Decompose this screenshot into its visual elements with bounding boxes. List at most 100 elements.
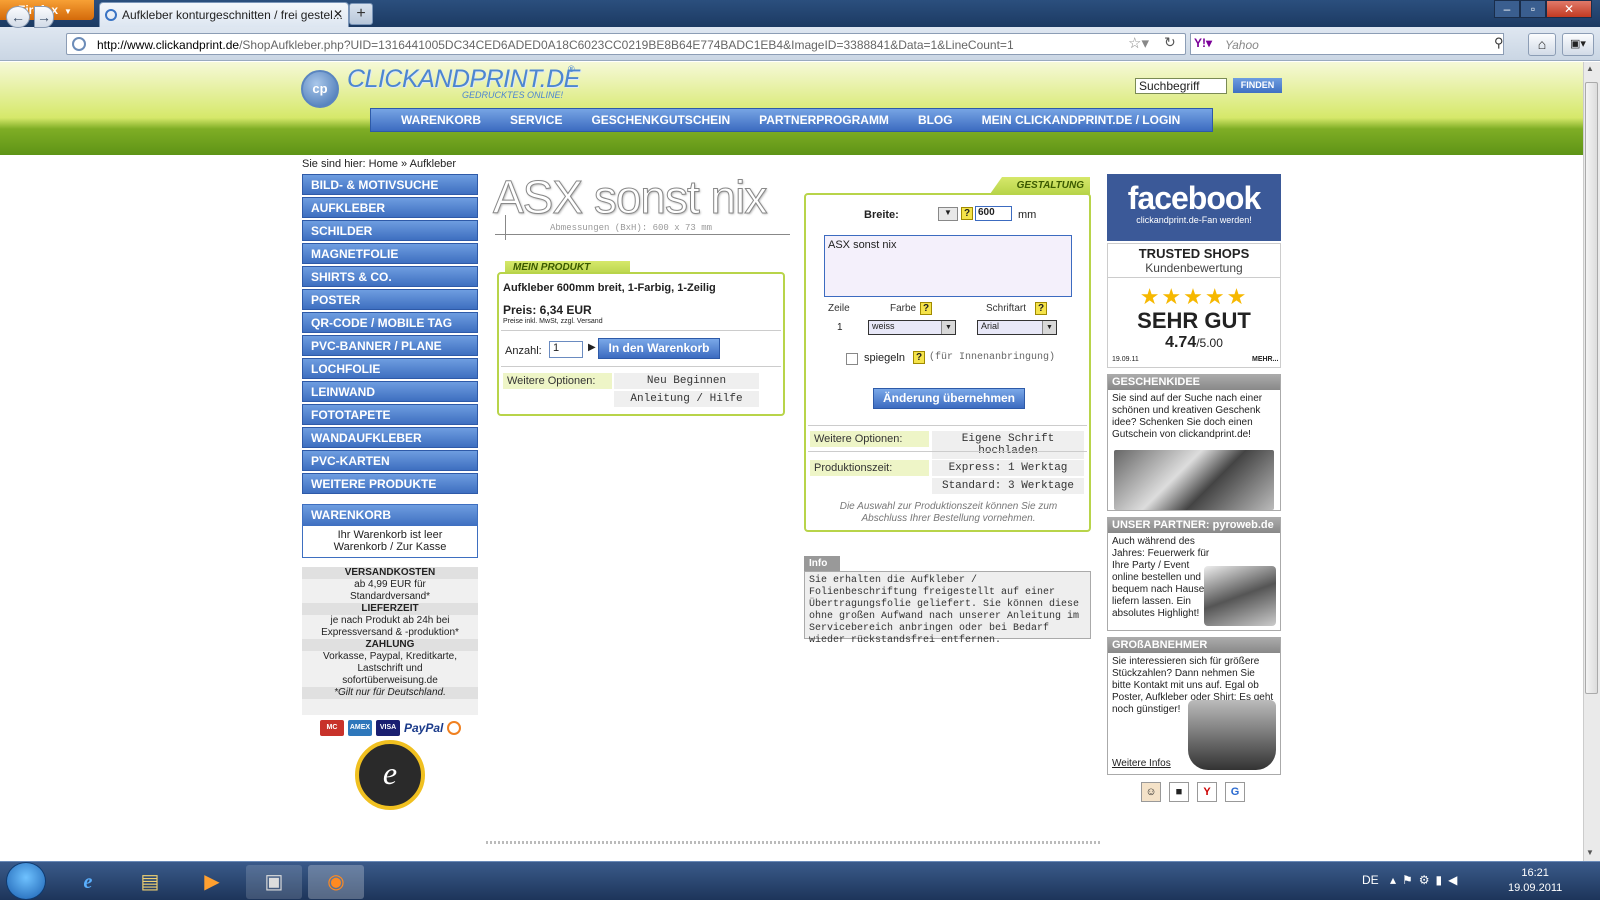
bulk-more-link[interactable]: Weitere Infos	[1112, 758, 1171, 769]
menu-item-weitere[interactable]: WEITERE PRODUKTE	[302, 473, 478, 494]
yahoo-engine-icon[interactable]: Y!▾	[1194, 36, 1212, 50]
design-options-label: Weitere Optionen:	[810, 431, 929, 447]
payment-icons: MC AMEX VISA PayPal	[320, 720, 462, 736]
visa-icon: VISA	[376, 720, 400, 736]
partner-box[interactable]: UNSER PARTNER: pyroweb.de Auch während d…	[1107, 517, 1281, 631]
sticker-text-area[interactable]: ASX sonst nix	[824, 235, 1072, 297]
site-search-button[interactable]: FINDEN	[1233, 78, 1282, 93]
topnav-blog[interactable]: BLOG	[918, 113, 953, 127]
firefox-taskbar-icon[interactable]: ◉	[308, 865, 364, 899]
font-select[interactable]: Arial ▼	[977, 320, 1057, 335]
menu-item-shirts[interactable]: SHIRTS & CO.	[302, 266, 478, 287]
forward-button[interactable]: →	[34, 6, 54, 28]
new-tab-button[interactable]: +	[349, 3, 373, 25]
cart-title[interactable]: WARENKORB	[303, 505, 477, 526]
width-select[interactable]: ▼	[938, 207, 958, 221]
close-window-button[interactable]: ✕	[1546, 0, 1592, 18]
cart-checkout-link[interactable]: Warenkorb / Zur Kasse	[303, 541, 477, 553]
search-icon[interactable]: ⚲	[1494, 35, 1504, 51]
cart-body: Ihr Warenkorb ist leer Warenkorb / Zur K…	[303, 529, 477, 553]
mirror-checkbox[interactable]	[846, 353, 858, 365]
media-player-icon[interactable]: ▶	[184, 865, 240, 899]
menu-item-pvc-karten[interactable]: PVC-KARTEN	[302, 450, 478, 471]
language-indicator[interactable]: DE	[1362, 873, 1379, 887]
menu-item-magnetfolie[interactable]: MAGNETFOLIE	[302, 243, 478, 264]
site-identity-icon[interactable]	[72, 37, 86, 51]
menu-item-leinwand[interactable]: LEINWAND	[302, 381, 478, 402]
topnav-service[interactable]: SERVICE	[510, 113, 562, 127]
social-bookmark-icon[interactable]: ☺	[1141, 782, 1161, 802]
scroll-down-icon[interactable]: ▼	[1586, 848, 1594, 857]
breadcrumb[interactable]: Sie sind hier: Home » Aufkleber	[302, 158, 456, 170]
site-search-input[interactable]: Suchbegriff	[1135, 78, 1227, 94]
quantity-input[interactable]: 1	[549, 341, 583, 358]
tab-close-icon[interactable]: ✕	[333, 7, 343, 21]
standard-option[interactable]: Standard: 3 Werktage	[932, 478, 1084, 494]
trusted-shops-seal-icon[interactable]: e	[355, 740, 425, 810]
restart-button[interactable]: Neu Beginnen	[614, 373, 759, 389]
topnav-partnerprogramm[interactable]: PARTNERPROGRAMM	[759, 113, 889, 127]
scroll-up-icon[interactable]: ▲	[1586, 64, 1594, 73]
bulk-buyer-box[interactable]: GROßABNEHMER Sie interessieren sich für …	[1107, 637, 1281, 775]
back-button[interactable]: ←	[6, 6, 30, 28]
system-clock[interactable]: 16:21 19.09.2011	[1508, 866, 1562, 896]
google-bookmark-icon[interactable]: G	[1225, 782, 1245, 802]
gift-idea-box[interactable]: GESCHENKIDEE Sie sind auf der Suche nach…	[1107, 374, 1281, 511]
help-icon[interactable]: ?	[913, 351, 925, 364]
width-input[interactable]: 600	[975, 206, 1012, 221]
start-button[interactable]	[6, 862, 46, 900]
menu-item-wandaufkleber[interactable]: WANDAUFKLEBER	[302, 427, 478, 448]
topnav-login[interactable]: MEIN CLICKANDPRINT.DE / LOGIN	[982, 113, 1181, 127]
internet-explorer-icon[interactable]: e	[60, 865, 116, 899]
bookmark-star-icon[interactable]: ☆▾	[1128, 34, 1149, 52]
menu-item-schilder[interactable]: SCHILDER	[302, 220, 478, 241]
sofort-icon	[447, 721, 462, 735]
menu-item-qr-code[interactable]: QR-CODE / MOBILE TAG	[302, 312, 478, 333]
ts-more-link[interactable]: MEHR...	[1252, 356, 1278, 363]
trusted-shops-rating[interactable]: TRUSTED SHOPS Kundenbewertung ★★★★★ SEHR…	[1107, 243, 1281, 368]
minimize-button[interactable]: –	[1494, 0, 1520, 18]
maximize-button[interactable]: ▫	[1520, 0, 1546, 18]
bookmarks-menu-button[interactable]: ▣▾	[1562, 33, 1594, 56]
add-to-cart-button[interactable]: In den Warenkorb	[598, 338, 720, 359]
menu-item-aufkleber[interactable]: AUFKLEBER	[302, 197, 478, 218]
file-explorer-icon[interactable]: ▤	[122, 865, 178, 899]
help-button[interactable]: Anleitung / Hilfe	[614, 391, 759, 407]
ts-subtitle: Kundenbewertung	[1108, 261, 1280, 278]
express-option[interactable]: Express: 1 Werktag	[932, 460, 1084, 476]
menu-item-fototapete[interactable]: FOTOTAPETE	[302, 404, 478, 425]
tray-icons[interactable]: ▴⚑⚙▮◀	[1390, 873, 1463, 887]
site-logo-icon[interactable]: cp	[301, 70, 339, 108]
help-icon[interactable]: ?	[920, 302, 932, 315]
help-icon[interactable]: ?	[961, 207, 973, 220]
browser-search-input[interactable]: Yahoo	[1190, 33, 1504, 55]
menu-item-bildsuche[interactable]: BILD- & MOTIVSUCHE	[302, 174, 478, 195]
menu-item-poster[interactable]: POSTER	[302, 289, 478, 310]
menu-item-lochfolie[interactable]: LOCHFOLIE	[302, 358, 478, 379]
bulk-buyer-title: GROßABNEHMER	[1108, 638, 1280, 653]
menu-item-pvc-banner[interactable]: PVC-BANNER / PLANE	[302, 335, 478, 356]
apply-changes-button[interactable]: Änderung übernehmen	[873, 388, 1025, 409]
product-options-label: Weitere Optionen:	[503, 373, 612, 389]
color-select[interactable]: weiss ▼	[868, 320, 956, 335]
scrollbar-thumb[interactable]	[1585, 82, 1598, 694]
home-button[interactable]: ⌂	[1528, 33, 1556, 56]
reload-icon[interactable]: ↻	[1164, 34, 1176, 51]
topnav-warenkorb[interactable]: WARENKORB	[401, 113, 481, 127]
color-value: weiss	[872, 321, 895, 331]
dimension-vline	[505, 215, 506, 240]
ts-title: TRUSTED SHOPS	[1138, 246, 1250, 261]
app-window-icon[interactable]: ▣	[246, 865, 302, 899]
address-bar[interactable]: http://www.clickandprint.de/ShopAufklebe…	[66, 33, 1186, 55]
delicious-icon[interactable]: ■	[1169, 782, 1189, 802]
site-tagline: GEDRUCKTES ONLINE!	[462, 90, 564, 100]
yahoo-bookmark-icon[interactable]: Y	[1197, 782, 1217, 802]
divider	[501, 330, 781, 331]
help-icon[interactable]: ?	[1035, 302, 1047, 315]
topnav-geschenkgutschein[interactable]: GESCHENKGUTSCHEIN	[591, 113, 730, 127]
upload-font-button[interactable]: Eigene Schrift hochladen	[932, 431, 1084, 459]
browser-tab[interactable]: Aufkleber konturgeschnitten / frei geste…	[99, 2, 349, 27]
chevron-down-icon: ▼	[1042, 321, 1056, 334]
info-box: Sie erhalten die Aufkleber / Folienbesch…	[804, 571, 1091, 646]
facebook-banner[interactable]: facebook clickandprint.de-Fan werden!	[1107, 174, 1281, 241]
